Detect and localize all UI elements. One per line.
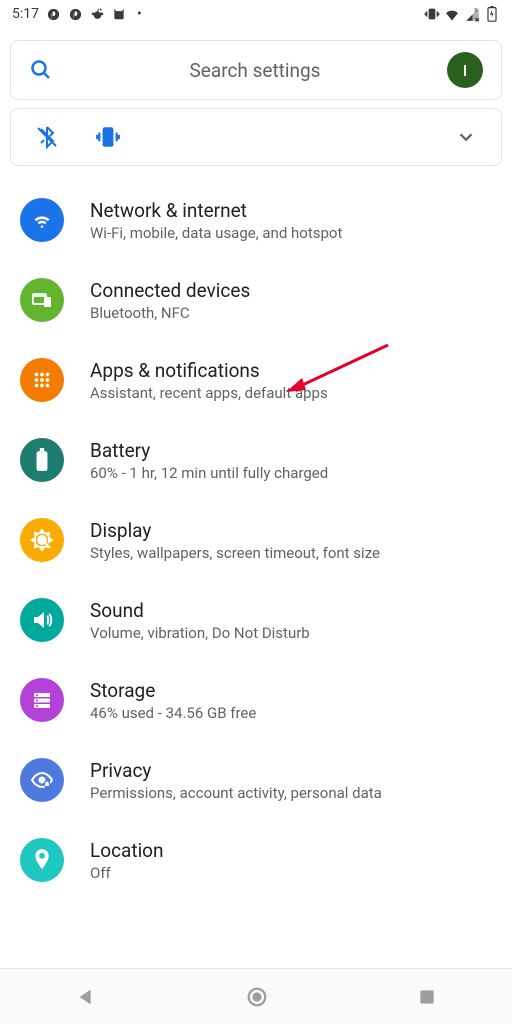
- row-title: Privacy: [90, 759, 492, 782]
- row-storage[interactable]: Storage 46% used - 34.56 GB free: [0, 660, 512, 740]
- vibrate-icon: [424, 6, 440, 22]
- status-dot: •: [137, 6, 142, 22]
- row-connected-devices[interactable]: Connected devices Bluetooth, NFC: [0, 260, 512, 340]
- search-placeholder: Search settings: [53, 59, 457, 82]
- nav-home-icon[interactable]: [246, 986, 268, 1008]
- row-sub: Off: [90, 864, 492, 882]
- status-time: 5:17: [12, 6, 39, 22]
- navigation-bar: [0, 968, 512, 1024]
- wifi-circle-icon: [20, 198, 64, 242]
- cat-icon: [111, 6, 127, 22]
- status-left: 5:17 •: [12, 6, 142, 22]
- row-title: Location: [90, 839, 492, 862]
- row-network-internet[interactable]: Network & internet Wi-Fi, mobile, data u…: [0, 180, 512, 260]
- row-sub: Wi-Fi, mobile, data usage, and hotspot: [90, 224, 492, 242]
- row-title: Sound: [90, 599, 492, 622]
- chevron-down-icon[interactable]: [455, 126, 477, 148]
- row-title: Network & internet: [90, 199, 492, 222]
- row-display[interactable]: Display Styles, wallpapers, screen timeo…: [0, 500, 512, 580]
- row-sub: Assistant, recent apps, default apps: [90, 384, 492, 402]
- row-sub: Styles, wallpapers, screen timeout, font…: [90, 544, 492, 562]
- row-sub: 46% used - 34.56 GB free: [90, 704, 492, 722]
- row-title: Display: [90, 519, 492, 542]
- battery-circle-icon: [20, 438, 64, 482]
- row-location[interactable]: Location Off: [0, 820, 512, 900]
- row-title: Connected devices: [90, 279, 492, 302]
- row-sound[interactable]: Sound Volume, vibration, Do Not Disturb: [0, 580, 512, 660]
- signal-icon: R: [464, 6, 480, 22]
- pinterest-icon-2: [67, 6, 83, 22]
- devices-circle-icon: [20, 278, 64, 322]
- row-battery[interactable]: Battery 60% - 1 hr, 12 min until fully c…: [0, 420, 512, 500]
- row-sub: 60% - 1 hr, 12 min until fully charged: [90, 464, 492, 482]
- quick-suggestions-card[interactable]: [10, 108, 502, 166]
- bluetooth-off-icon[interactable]: [35, 125, 59, 149]
- avatar[interactable]: I: [447, 52, 483, 88]
- storage-circle-icon: [20, 678, 64, 722]
- search-icon: [29, 58, 53, 82]
- vibrate-mode-icon[interactable]: [95, 124, 121, 150]
- row-sub: Bluetooth, NFC: [90, 304, 492, 322]
- status-bar: 5:17 • R: [0, 0, 512, 28]
- nav-recents-icon[interactable]: [417, 987, 437, 1007]
- settings-list: Network & internet Wi-Fi, mobile, data u…: [0, 176, 512, 904]
- svg-text:R: R: [474, 8, 477, 14]
- wifi-icon: [444, 6, 460, 22]
- search-bar[interactable]: Search settings I: [10, 40, 502, 100]
- avatar-letter: I: [463, 61, 468, 80]
- nav-back-icon[interactable]: [75, 986, 97, 1008]
- row-sub: Permissions, account activity, personal …: [90, 784, 492, 802]
- row-sub: Volume, vibration, Do Not Disturb: [90, 624, 492, 642]
- pinterest-icon: [45, 6, 61, 22]
- privacy-circle-icon: [20, 758, 64, 802]
- sound-circle-icon: [20, 598, 64, 642]
- status-right: R: [424, 6, 500, 22]
- row-title: Apps & notifications: [90, 359, 492, 382]
- apps-circle-icon: [20, 358, 64, 402]
- row-title: Storage: [90, 679, 492, 702]
- row-apps-notifications[interactable]: Apps & notifications Assistant, recent a…: [0, 340, 512, 420]
- row-title: Battery: [90, 439, 492, 462]
- reddit-icon: [89, 6, 105, 22]
- brightness-circle-icon: [20, 518, 64, 562]
- battery-charging-icon: [484, 6, 500, 22]
- row-privacy[interactable]: Privacy Permissions, account activity, p…: [0, 740, 512, 820]
- location-circle-icon: [20, 838, 64, 882]
